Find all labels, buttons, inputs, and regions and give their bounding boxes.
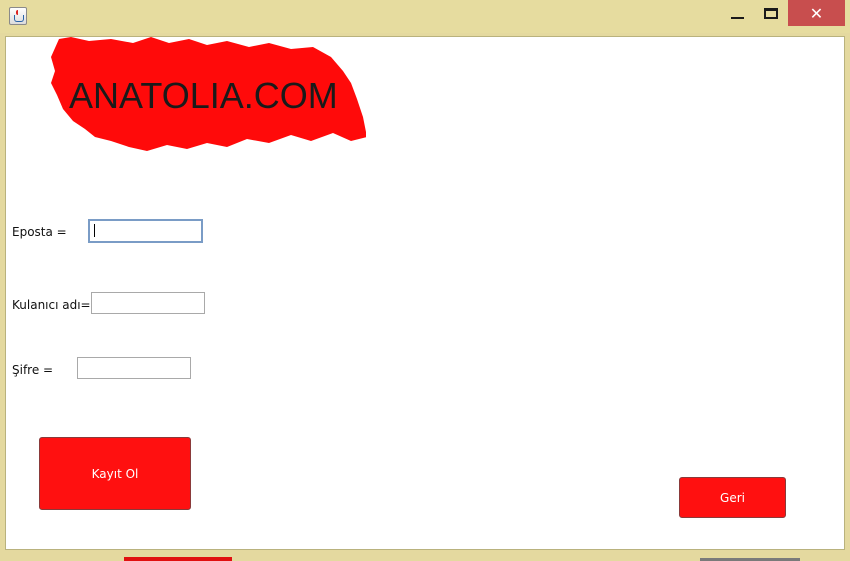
background-window-fragment [124, 557, 232, 561]
username-field[interactable] [91, 292, 205, 314]
email-label: Eposta = [12, 225, 67, 239]
maximize-icon [764, 7, 778, 19]
password-label: Şifre = [12, 363, 54, 377]
password-field[interactable] [77, 357, 191, 379]
close-icon: ✕ [809, 3, 824, 23]
logo-text: ANATOLIA.COM [69, 75, 338, 116]
register-button[interactable]: Kayıt Ol [39, 437, 191, 510]
close-button[interactable]: ✕ [788, 0, 845, 26]
minimize-button[interactable] [723, 0, 751, 26]
text-caret [94, 224, 95, 237]
java-cup-icon[interactable] [9, 7, 27, 25]
back-button[interactable]: Geri [679, 477, 786, 518]
back-button-label: Geri [720, 490, 745, 505]
maximize-button[interactable] [757, 0, 785, 26]
minimize-icon [730, 17, 744, 19]
username-label: Kulanıcı adı= [12, 298, 91, 312]
register-button-label: Kayıt Ol [91, 466, 139, 481]
title-bar[interactable]: ✕ [0, 0, 850, 33]
email-field[interactable] [88, 219, 203, 243]
main-panel: ANATOLIA.COM Eposta = Kulanıcı adı= Şifr… [5, 36, 845, 550]
